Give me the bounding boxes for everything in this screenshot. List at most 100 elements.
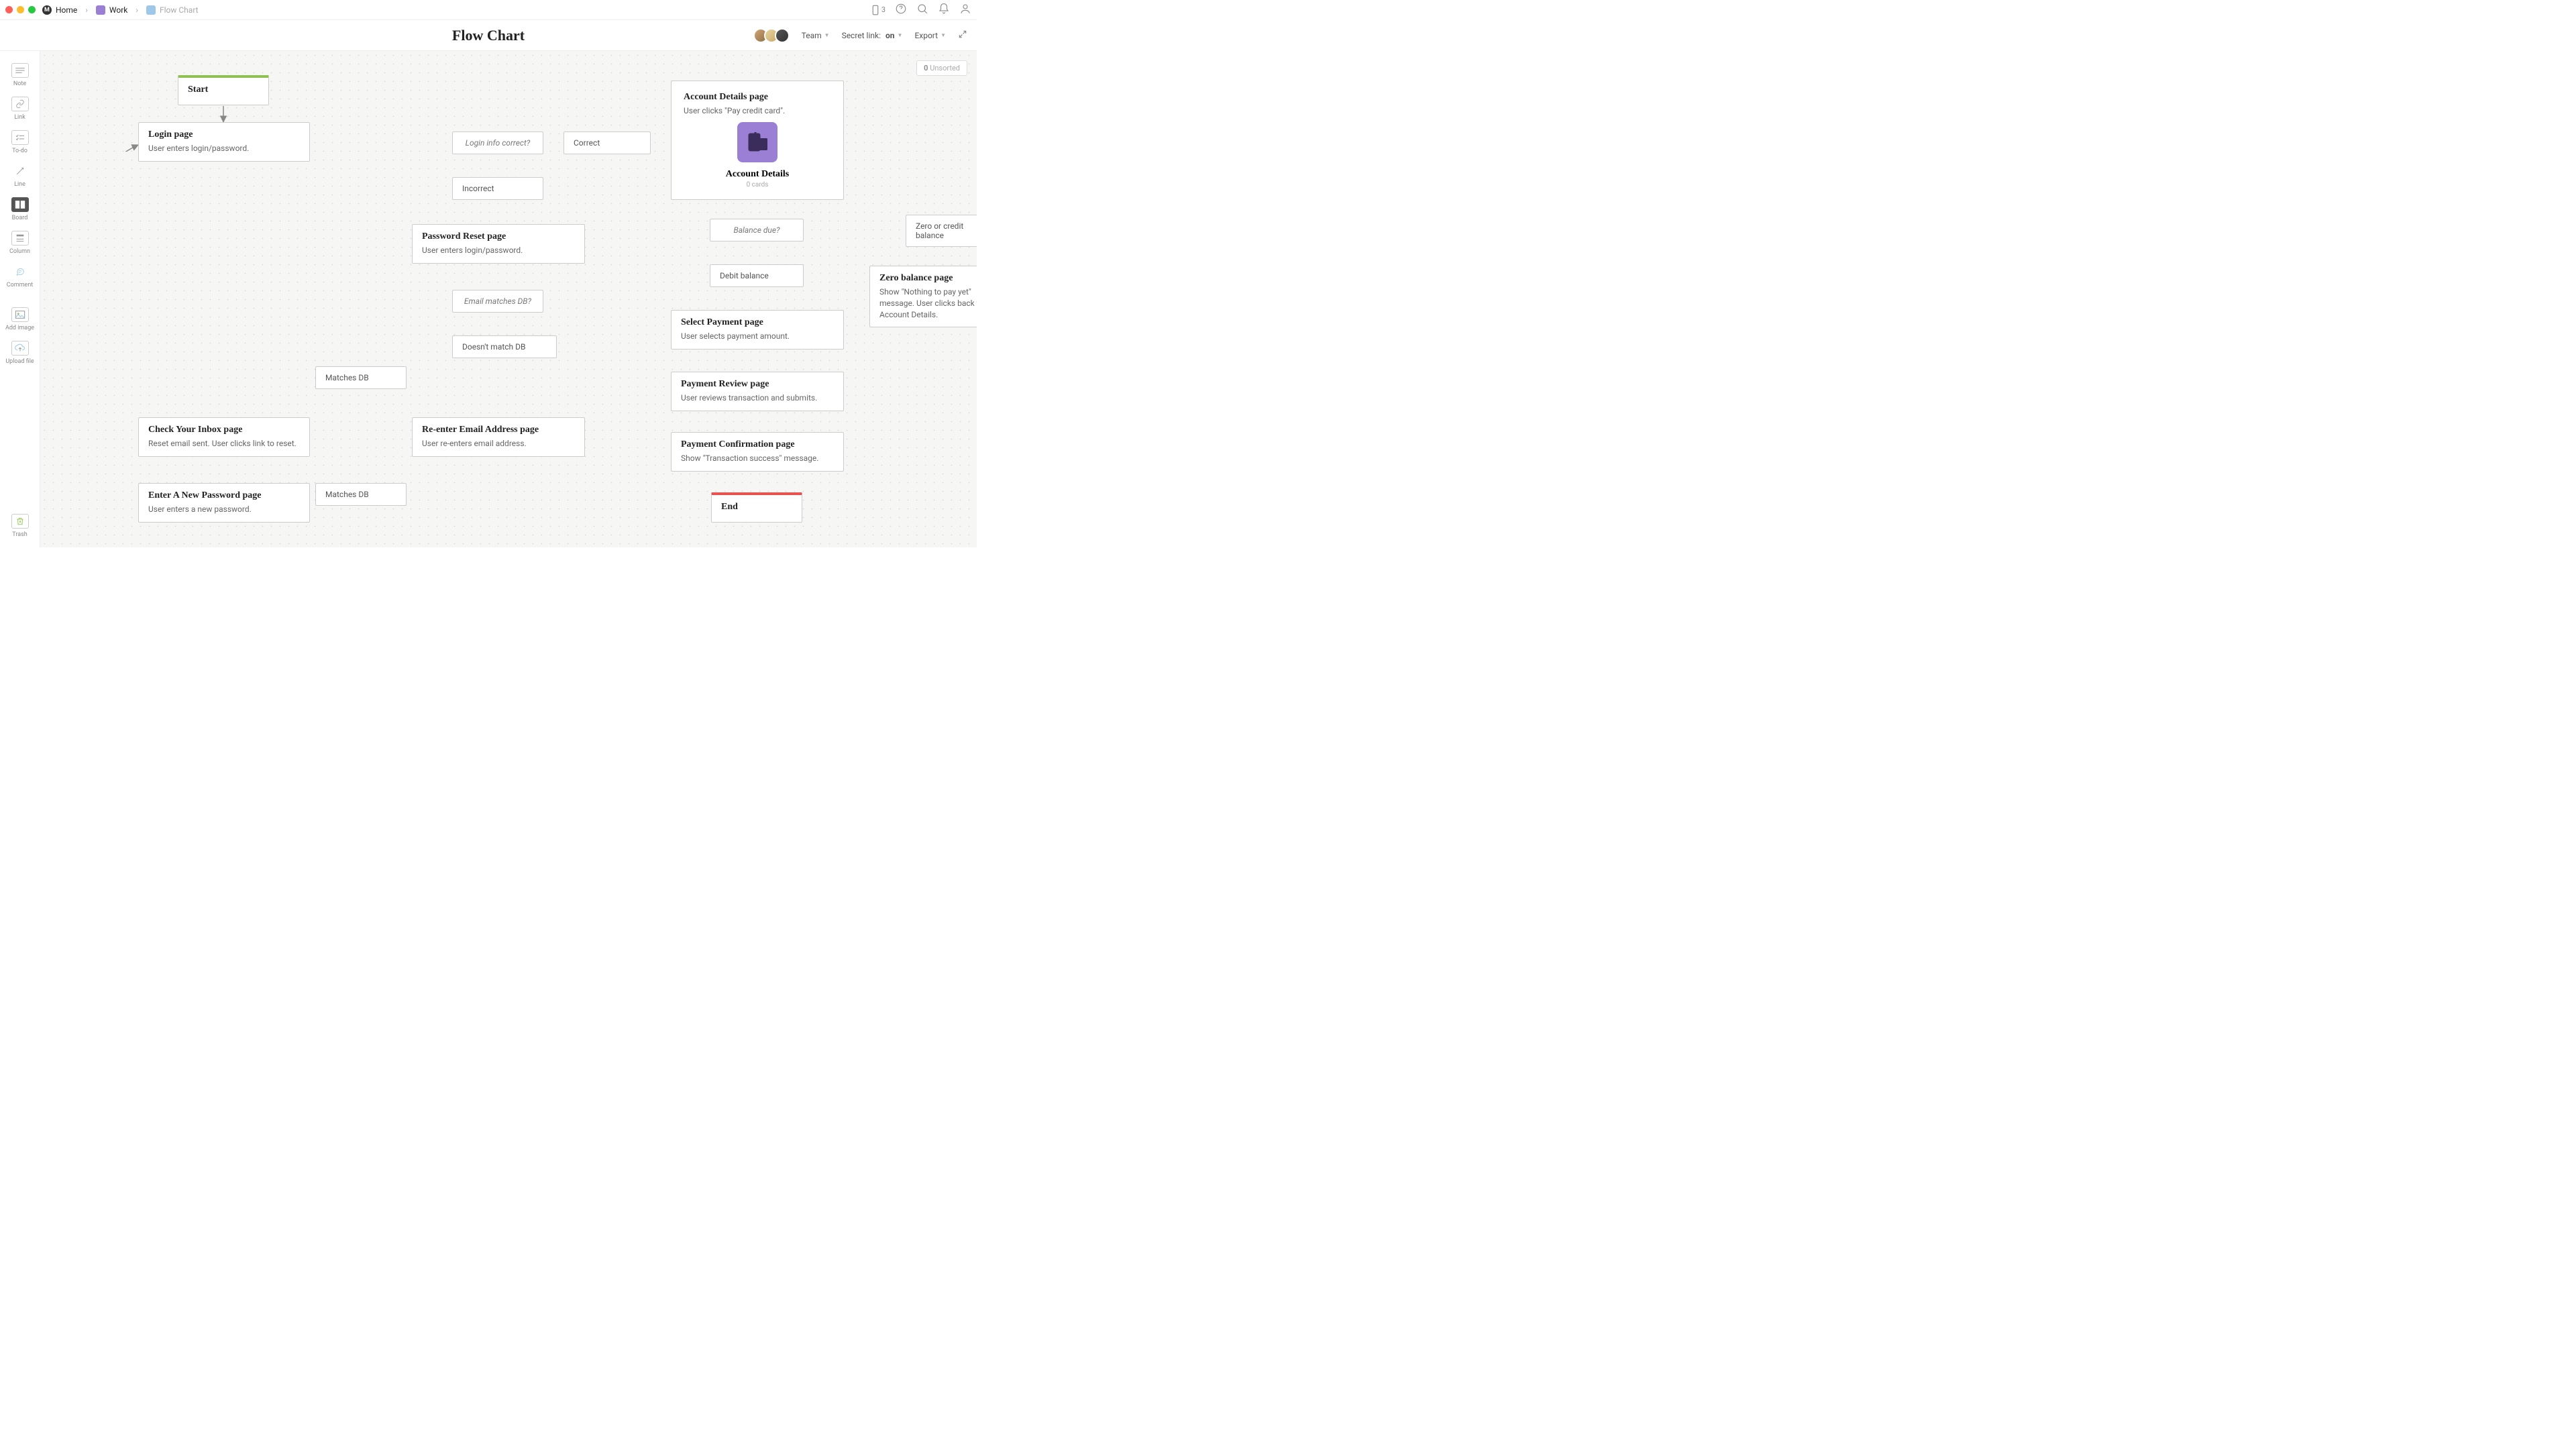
node-matches-1[interactable]: Matches DB (315, 366, 407, 389)
node-title: End (721, 502, 792, 513)
board-title: Account Details (684, 169, 831, 180)
tool-label: Line (14, 181, 25, 188)
image-icon (11, 307, 29, 322)
secret-link-dropdown[interactable]: Secret link: on▼ (842, 31, 903, 40)
chevron-down-icon: ▼ (941, 32, 946, 38)
export-dropdown[interactable]: Export▼ (914, 31, 946, 40)
node-end[interactable]: End (711, 492, 802, 523)
node-desc: User enters login/password. (422, 245, 575, 256)
tool-note[interactable]: Note (5, 59, 35, 91)
tool-label: Comment (7, 282, 33, 288)
team-dropdown[interactable]: Team▼ (802, 31, 830, 40)
node-payment-confirmation[interactable]: Payment Confirmation page Show "Transact… (671, 432, 844, 472)
todo-icon (11, 130, 29, 145)
node-start[interactable]: Start (178, 75, 269, 105)
top-breadcrumb-bar: M Home › Work › Flow Chart 3 (0, 0, 977, 20)
node-new-password[interactable]: Enter A New Password page User enters a … (138, 483, 310, 523)
tool-add-image[interactable]: Add image (5, 303, 35, 335)
node-title: Incorrect (462, 184, 494, 193)
node-title: Enter A New Password page (148, 490, 300, 501)
unsorted-label: Unsorted (930, 64, 960, 72)
user-icon[interactable] (959, 3, 971, 17)
node-balance-check[interactable]: Balance due? (710, 219, 804, 241)
node-title: Password Reset page (422, 231, 575, 242)
crumb-work[interactable]: Work (109, 5, 127, 15)
window-controls[interactable] (5, 6, 36, 13)
export-label: Export (914, 31, 938, 40)
tool-link[interactable]: Link (5, 93, 35, 125)
tool-todo[interactable]: To-do (5, 126, 35, 158)
node-title: Correct (574, 138, 600, 148)
device-sync-badge[interactable]: 3 (869, 4, 885, 16)
node-title: Re-enter Email Address page (422, 425, 575, 435)
node-incorrect[interactable]: Incorrect (452, 177, 543, 200)
node-login-check[interactable]: Login info correct? (452, 131, 543, 154)
node-check-inbox[interactable]: Check Your Inbox page Reset email sent. … (138, 417, 310, 457)
node-desc: User reviews transaction and submits. (681, 392, 834, 404)
tool-label: Note (13, 80, 26, 87)
tool-label: Column (9, 248, 30, 255)
node-title: Payment Review page (681, 379, 834, 390)
collaborator-avatars[interactable] (753, 28, 790, 43)
chevron-right-icon: › (85, 5, 88, 15)
node-title: Start (188, 85, 259, 95)
bell-icon[interactable] (938, 3, 950, 17)
node-title: Matches DB (325, 490, 369, 499)
tool-comment[interactable]: Comment (5, 260, 35, 292)
node-desc: User re-enters email address. (422, 438, 575, 449)
expand-icon[interactable] (958, 30, 967, 41)
node-desc: Show "Transaction success" message. (681, 453, 834, 464)
node-matches-2[interactable]: Matches DB (315, 483, 407, 506)
unsorted-count: 0 (924, 64, 928, 72)
app-icon[interactable]: M (42, 5, 52, 15)
node-account-details[interactable]: Account Details page User clicks "Pay cr… (671, 80, 844, 200)
secret-link-label: Secret link: (842, 31, 881, 40)
column-icon (11, 231, 29, 246)
avatar[interactable] (775, 28, 790, 43)
node-title: Login page (148, 129, 300, 140)
node-title: Zero or credit balance (916, 221, 963, 240)
clipboard-icon (737, 122, 777, 162)
line-icon (11, 164, 29, 178)
secret-link-state: on (885, 31, 895, 40)
node-zero-credit[interactable]: Zero or credit balance (906, 215, 977, 247)
tool-board[interactable]: Board (5, 193, 35, 225)
node-desc: User selects payment amount. (681, 331, 834, 342)
tool-line[interactable]: Line (5, 160, 35, 192)
node-reenter-email[interactable]: Re-enter Email Address page User re-ente… (412, 417, 585, 457)
node-desc: Reset email sent. User clicks link to re… (148, 438, 300, 449)
node-title: Zero balance page (879, 273, 977, 284)
node-title: Login info correct? (466, 138, 531, 148)
crumb-home[interactable]: Home (56, 5, 77, 15)
node-title: Check Your Inbox page (148, 425, 300, 435)
comment-icon (11, 264, 29, 279)
canvas[interactable]: 0 Unsorted (40, 51, 977, 547)
node-desc: User enters a new password. (148, 504, 300, 515)
unsorted-badge[interactable]: 0 Unsorted (916, 60, 967, 76)
node-title: Account Details page (684, 92, 831, 103)
workspace-color-icon (96, 5, 105, 15)
chevron-down-icon: ▼ (824, 32, 830, 38)
node-select-payment[interactable]: Select Payment page User selects payment… (671, 310, 844, 350)
tool-label: Board (12, 215, 28, 221)
node-login[interactable]: Login page User enters login/password. (138, 122, 310, 162)
node-zero-balance[interactable]: Zero balance page Show "Nothing to pay y… (869, 266, 977, 327)
tool-trash[interactable]: Trash (5, 510, 35, 542)
team-label: Team (802, 31, 822, 40)
node-debit[interactable]: Debit balance (710, 264, 804, 287)
help-icon[interactable] (895, 3, 907, 17)
node-correct[interactable]: Correct (564, 131, 651, 154)
node-title: Debit balance (720, 271, 769, 280)
node-desc: User clicks "Pay credit card". (684, 105, 831, 117)
node-title: Balance due? (733, 225, 780, 235)
node-payment-review[interactable]: Payment Review page User reviews transac… (671, 372, 844, 411)
node-password-reset[interactable]: Password Reset page User enters login/pa… (412, 224, 585, 264)
node-title: Email matches DB? (464, 297, 531, 306)
tool-upload[interactable]: Upload file (5, 337, 35, 369)
upload-icon (11, 341, 29, 356)
node-email-check[interactable]: Email matches DB? (452, 290, 543, 313)
tool-label: To-do (12, 148, 28, 154)
tool-column[interactable]: Column (5, 227, 35, 259)
node-no-match[interactable]: Doesn't match DB (452, 335, 557, 358)
search-icon[interactable] (916, 3, 928, 17)
